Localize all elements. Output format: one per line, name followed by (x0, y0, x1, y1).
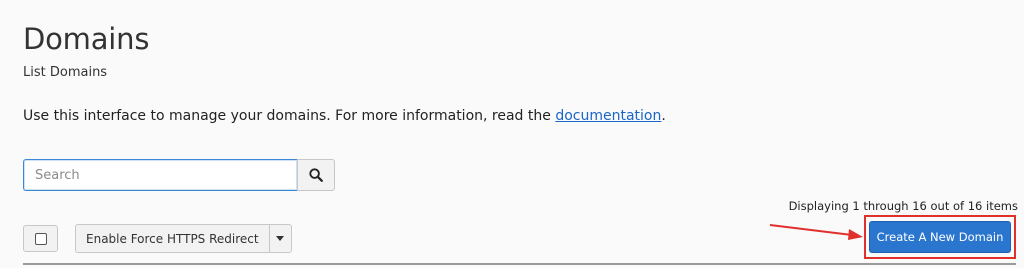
chevron-down-icon (276, 236, 285, 241)
page-title: Domains (23, 22, 150, 56)
display-count: Displaying 1 through 16 out of 16 items (788, 199, 1018, 213)
table-header-divider (23, 263, 1016, 265)
page-subtitle: List Domains (23, 65, 108, 80)
annotation-arrow (769, 224, 863, 240)
annotation-highlight-box: Create A New Domain (864, 215, 1016, 259)
search-input[interactable] (23, 159, 297, 191)
search-group (23, 159, 335, 191)
select-all-checkbox[interactable] (23, 225, 58, 252)
search-button[interactable] (297, 159, 335, 191)
create-new-domain-button[interactable]: Create A New Domain (869, 221, 1011, 253)
checkbox-square (34, 232, 47, 245)
intro-text: Use this interface to manage your domain… (23, 106, 666, 126)
force-https-dropdown: Enable Force HTTPS Redirect (75, 224, 292, 253)
intro-text-before: Use this interface to manage your domain… (23, 108, 556, 124)
enable-force-https-button[interactable]: Enable Force HTTPS Redirect (75, 224, 269, 253)
documentation-link[interactable]: documentation (555, 108, 661, 124)
intro-text-after: . (661, 108, 666, 124)
search-icon (309, 168, 323, 182)
https-options-toggle[interactable] (268, 224, 292, 253)
